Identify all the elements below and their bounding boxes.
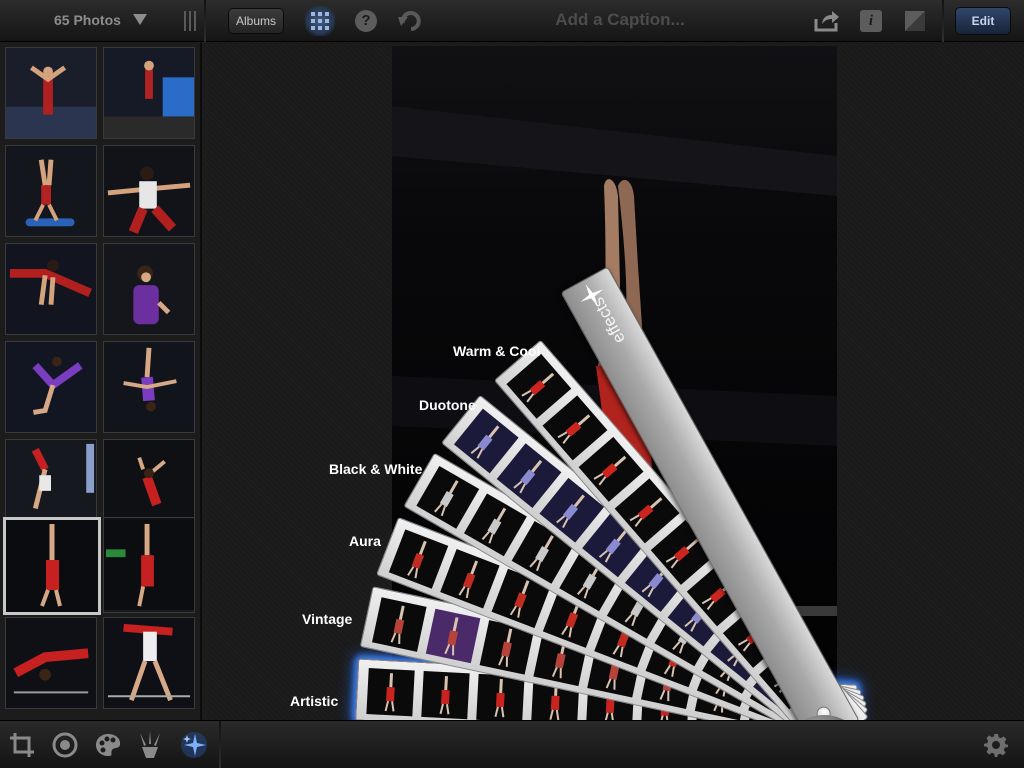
help-icon[interactable]: ? bbox=[355, 10, 377, 32]
effects-title: effects bbox=[588, 294, 629, 347]
photo-thumbnail[interactable] bbox=[103, 517, 195, 613]
toolbar-divider bbox=[219, 721, 221, 768]
effects-icon[interactable] bbox=[180, 731, 208, 759]
effect-preview-frame bbox=[416, 465, 480, 529]
effect-preview-frame bbox=[476, 673, 525, 723]
effect-preview-frame bbox=[372, 597, 427, 652]
toolbar-divider bbox=[942, 0, 944, 42]
effect-preview-frame bbox=[421, 670, 470, 720]
effect-label-black-white[interactable]: Black & White bbox=[329, 461, 422, 477]
share-icon[interactable] bbox=[814, 9, 840, 33]
thumbnail-browser[interactable] bbox=[0, 43, 202, 720]
top-toolbar: 65 Photos Albums ? i bbox=[0, 0, 1024, 42]
app-window: 65 Photos Albums ? i bbox=[0, 0, 1024, 768]
photo-count-label: 65 Photos bbox=[54, 12, 121, 28]
exposure-icon[interactable] bbox=[51, 731, 79, 759]
photo-thumbnail[interactable] bbox=[103, 341, 195, 433]
compare-icon[interactable] bbox=[904, 10, 926, 32]
photo-thumbnail[interactable] bbox=[5, 243, 97, 335]
grip-icon[interactable] bbox=[184, 11, 198, 31]
color-palette-icon[interactable] bbox=[94, 731, 122, 759]
photo-thumbnail[interactable] bbox=[103, 145, 195, 237]
undo-icon[interactable] bbox=[398, 9, 424, 33]
photo-thumbnail[interactable] bbox=[103, 617, 195, 709]
effect-label-warm-cool[interactable]: Warm & Cool bbox=[453, 343, 540, 359]
settings-gear-icon[interactable] bbox=[984, 733, 1008, 757]
dropdown-arrow-icon bbox=[133, 14, 147, 25]
effect-preview-frame bbox=[366, 668, 415, 717]
photo-thumbnail[interactable] bbox=[5, 145, 97, 237]
toolbar-divider bbox=[204, 0, 206, 42]
albums-button-label: Albums bbox=[235, 14, 276, 28]
photo-thumbnail-selected[interactable] bbox=[3, 517, 101, 615]
crop-icon[interactable] bbox=[8, 731, 36, 759]
effect-preview-frame bbox=[388, 529, 449, 589]
info-icon[interactable]: i bbox=[860, 10, 882, 32]
brushes-icon[interactable] bbox=[136, 731, 164, 759]
grid-button[interactable] bbox=[305, 6, 335, 36]
edit-button[interactable]: Edit bbox=[955, 7, 1011, 35]
photo-thumbnail[interactable] bbox=[103, 47, 195, 139]
photo-thumbnail[interactable] bbox=[5, 47, 97, 139]
effect-label-vintage[interactable]: Vintage bbox=[302, 611, 352, 627]
photo-thumbnail[interactable] bbox=[5, 617, 97, 709]
photo-thumbnail[interactable] bbox=[103, 243, 195, 335]
albums-back-button[interactable]: Albums bbox=[228, 8, 284, 34]
caption-input[interactable] bbox=[480, 5, 760, 35]
bottom-toolbar bbox=[0, 720, 1024, 768]
photo-thumbnail[interactable] bbox=[5, 341, 97, 433]
effect-preview-frame bbox=[440, 549, 500, 609]
grid-icon bbox=[311, 12, 329, 30]
effect-label-aura[interactable]: Aura bbox=[349, 533, 381, 549]
effect-label-duotone[interactable]: Duotone bbox=[419, 397, 476, 413]
effect-preview-frame bbox=[425, 608, 481, 664]
effect-label-artistic[interactable]: Artistic bbox=[290, 693, 338, 709]
